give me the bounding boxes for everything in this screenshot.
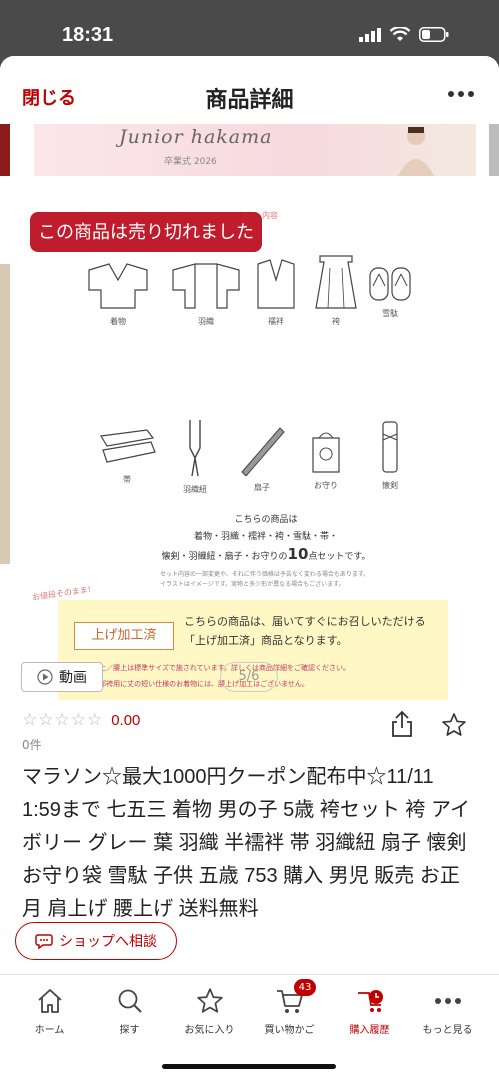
processed-badge: 上げ加工済: [74, 622, 174, 650]
info-line-1: こちらの商品は: [234, 515, 298, 525]
set-item-juban: 襦袢: [248, 258, 304, 327]
tab-favorites[interactable]: お気に入り: [168, 985, 251, 1036]
soldout-badge: この商品は売り切れました: [30, 212, 262, 252]
sensu-icon: [241, 427, 285, 477]
banner-image: Junior hakama 卒業式 2026: [34, 124, 476, 176]
shop-consult-button[interactable]: ショップへ相談: [15, 922, 177, 960]
set-item-sensu: 扇子: [232, 424, 292, 493]
processed-description: こちらの商品は、届いてすぐにお召しいただける 「上げ加工済」商品となります。: [184, 612, 426, 650]
tab-label: ホーム: [34, 1025, 65, 1036]
set-item-name: 羽織紐: [183, 485, 207, 494]
chat-icon: [35, 934, 53, 950]
note-1: ●肩上／腰上は標準サイズで施されています。詳しくは商品詳細をご確認ください。: [86, 664, 350, 672]
battery-icon: [419, 27, 449, 42]
banner-subtitle: 卒業式 2026: [164, 157, 217, 167]
setta-icon: [369, 267, 411, 301]
signal-icon: [359, 27, 381, 42]
play-icon: [37, 669, 53, 685]
set-item-name: お守り: [314, 481, 338, 490]
product-image[interactable]: Junior hakama 卒業式 2026 セット内容 着物 羽織 襦袢 袴: [10, 124, 489, 706]
set-item-omamori: お守り: [296, 430, 356, 491]
tab-label: もっと見る: [422, 1025, 473, 1036]
status-bar: 18:31: [0, 0, 499, 50]
juban-icon: [257, 259, 295, 309]
set-item-name: 襦袢: [268, 317, 284, 326]
info-line-3-suffix: 点セットです。: [308, 552, 371, 562]
set-item-kimono: 着物: [80, 262, 156, 327]
search-icon: [118, 989, 142, 1013]
share-icon[interactable]: [390, 710, 414, 738]
model-photo: [398, 127, 434, 176]
hakama-icon: [315, 255, 357, 309]
wifi-icon: [390, 27, 410, 41]
set-item-haori: 羽織: [168, 262, 244, 327]
set-item-obi: 帯: [92, 428, 162, 485]
image-gallery[interactable]: Junior hakama 卒業式 2026 セット内容 着物 羽織 襦袢 袴: [0, 124, 499, 706]
tab-label: 買い物かご: [264, 1025, 315, 1036]
tab-label: お気に入り: [184, 1025, 235, 1036]
tab-label: 探す: [119, 1025, 140, 1036]
set-item-name: 羽織: [198, 317, 214, 326]
home-icon: [37, 989, 62, 1013]
tab-more[interactable]: もっと見る: [406, 985, 489, 1036]
page-title: 商品詳細: [205, 87, 294, 112]
tab-home[interactable]: ホーム: [8, 985, 91, 1036]
product-title: マラソン☆最大1000円クーポン配布中☆11/11 1:59まで 七五三 着物 …: [22, 766, 470, 920]
kimono-icon: [88, 263, 148, 309]
info-line-2: 着物・羽織・襦袢・袴・雪駄・帯・: [193, 532, 338, 542]
status-icons: [359, 27, 449, 42]
haori-icon: [172, 263, 240, 309]
processed-desc-line-2: 「上げ加工済」商品となります。: [184, 634, 348, 647]
set-item-setta: 雪駄: [362, 266, 418, 319]
set-item-name: 帯: [123, 475, 131, 484]
cart-badge: 43: [294, 979, 316, 996]
tab-cart[interactable]: 43 買い物かご: [248, 979, 331, 1036]
modal-header: 閉じる 商品詳細: [0, 56, 499, 124]
favorite-star-icon[interactable]: [441, 712, 467, 738]
purchase-history-icon: [357, 990, 383, 1012]
haori-himo-icon: [189, 420, 201, 477]
set-item-name: 雪駄: [382, 309, 398, 318]
banner-title: Junior hakama: [119, 126, 273, 148]
tab-label: 購入履歴: [349, 1025, 390, 1036]
omamori-icon: [312, 432, 340, 473]
set-item-kaiken: 懐剣: [360, 420, 420, 491]
home-indicator: [162, 1064, 336, 1069]
image-counter: 5/6: [220, 662, 278, 692]
info-item-count: 10: [287, 545, 309, 563]
status-time: 18:31: [62, 24, 114, 46]
info-line-3-prefix: 懐剣・羽織紐・扇子・お守りの: [161, 552, 288, 562]
rating-row[interactable]: ☆☆☆☆☆ 0.00: [22, 710, 140, 730]
more-icon: [434, 998, 461, 1004]
tab-purchase-history[interactable]: 購入履歴: [328, 985, 411, 1036]
set-item-name: 袴: [332, 317, 340, 326]
processed-desc-line-1: こちらの商品は、届いてすぐにお召しいただける: [184, 615, 426, 628]
tab-search[interactable]: 探す: [88, 985, 171, 1036]
processed-notes: ●肩上／腰上は標準サイズで施されています。詳しくは商品詳細をご確認ください。 ●…: [86, 660, 350, 692]
set-item-haori-himo: 羽織紐: [160, 418, 230, 495]
info-line-3: 懐剣・羽織紐・扇子・お守りの10点セットです。: [106, 546, 426, 566]
kaiken-icon: [382, 421, 398, 473]
note-2: ●一部袴用に丈の短い仕様のお着物には、腰上げ加工はございません。: [86, 680, 309, 688]
prev-image-peek-2[interactable]: [0, 264, 10, 564]
next-image-peek[interactable]: [489, 124, 499, 176]
set-info-text: こちらの商品は 着物・羽織・襦袢・袴・雪駄・帯・ 懐剣・羽織紐・扇子・お守りの1…: [106, 512, 426, 566]
set-item-name: 懐剣: [382, 481, 398, 490]
video-button[interactable]: 動画: [21, 662, 103, 692]
obi-icon: [100, 429, 156, 463]
more-options-icon[interactable]: [447, 86, 475, 102]
review-count[interactable]: 0件: [22, 736, 42, 753]
star-icon: [196, 988, 223, 1013]
video-label: 動画: [59, 670, 87, 686]
rating-stars: ☆☆☆☆☆: [22, 710, 104, 730]
shop-consult-label: ショップへ相談: [59, 934, 157, 950]
rating-value: 0.00: [111, 711, 141, 729]
set-info-note: セット内容の一部変更や、それに伴う価格は予告なく変わる場合もあります。イラストは…: [160, 571, 370, 588]
set-item-hakama: 袴: [308, 254, 364, 327]
set-item-name: 扇子: [254, 483, 270, 492]
set-item-name: 着物: [110, 317, 126, 326]
product-detail-sheet: 閉じる 商品詳細 Junior hakama 卒業式 2026 セット内容 着物…: [0, 56, 499, 1080]
